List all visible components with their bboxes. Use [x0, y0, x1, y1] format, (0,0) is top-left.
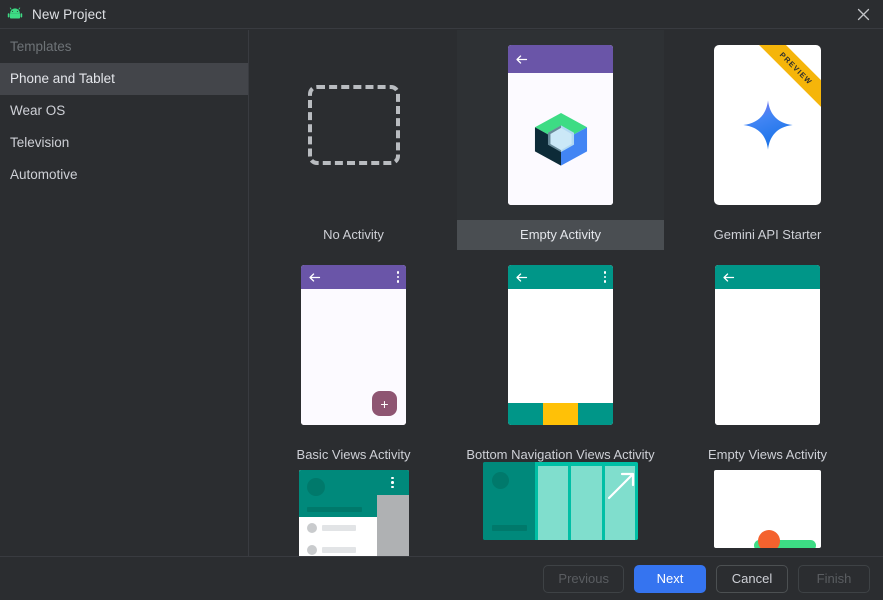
template-tile-no-activity[interactable]: No Activity	[250, 30, 457, 250]
template-tile-label: Basic Views Activity	[296, 447, 411, 462]
sidebar-item-wear-os[interactable]: Wear OS	[0, 95, 248, 127]
back-arrow-icon	[516, 272, 528, 282]
template-row: + Basic Views Activity Bottom Navigation…	[250, 250, 883, 470]
avatar	[306, 478, 325, 496]
phone-preview	[508, 45, 613, 205]
sidebar-item-label: Automotive	[10, 167, 78, 182]
template-grid[interactable]: No Activity Empty Activity PREVIEW Gemin…	[250, 30, 883, 556]
list-item-icon	[306, 523, 317, 533]
jetpack-compose-logo-icon	[534, 112, 587, 166]
navigation-drawer-preview	[298, 470, 409, 556]
template-tile-bottom-navigation-views-activity[interactable]: Bottom Navigation Views Activity	[457, 250, 664, 470]
phone-preview	[715, 265, 820, 425]
text-bar	[492, 525, 527, 531]
sidebar-item-label: Phone and Tablet	[10, 71, 115, 86]
template-tile-gemini-api-starter[interactable]: PREVIEW Gemini API Starter	[664, 30, 871, 250]
preview-body	[508, 73, 613, 205]
sidebar-header: Templates	[10, 39, 72, 54]
dialog-title: New Project	[32, 6, 106, 22]
drawer-panel	[298, 470, 377, 556]
list-item-text-bar	[321, 547, 356, 553]
template-thumbnail: PREVIEW	[664, 30, 871, 220]
preview-app-bar	[715, 265, 820, 289]
landscape-side-panel	[483, 462, 535, 540]
preview-bottom-navigation	[508, 403, 613, 425]
template-thumbnail	[250, 30, 457, 220]
template-tile-basic-views-activity[interactable]: + Basic Views Activity	[250, 250, 457, 470]
gemini-preview-card: PREVIEW	[714, 45, 821, 205]
floating-action-button-icon: +	[372, 391, 397, 416]
cancel-button[interactable]: Cancel	[716, 564, 788, 593]
template-thumbnail	[457, 250, 664, 440]
sidebar-item-television[interactable]: Television	[0, 127, 248, 159]
content-panel	[538, 466, 569, 540]
templates-sidebar: Templates Phone and Tablet Wear OS Telev…	[0, 30, 249, 556]
sidebar-item-label: Television	[10, 135, 70, 150]
list-item-icon	[306, 545, 317, 555]
template-thumbnail	[457, 30, 664, 220]
finish-button[interactable]: Finish	[798, 564, 870, 593]
template-thumbnail	[664, 250, 871, 440]
mascot-preview-card	[714, 470, 821, 548]
template-tile-label: Gemini API Starter	[713, 227, 822, 242]
landscape-content-panels	[535, 462, 638, 540]
close-icon[interactable]	[843, 0, 883, 29]
template-thumbnail: +	[250, 250, 457, 440]
drawer-header-text-bar	[306, 507, 362, 512]
template-tile-label: No Activity	[323, 227, 384, 242]
template-tile-navigation-drawer[interactable]	[250, 470, 457, 556]
previous-button[interactable]: Previous	[543, 564, 624, 593]
phone-preview: +	[301, 265, 406, 425]
preview-body	[508, 289, 613, 403]
content-panel	[571, 466, 602, 540]
overflow-menu-icon	[391, 476, 394, 489]
sidebar-item-phone-and-tablet[interactable]: Phone and Tablet	[0, 63, 248, 95]
template-row-partial	[250, 462, 883, 556]
dialog-title-bar: New Project	[0, 0, 883, 29]
back-arrow-icon	[516, 54, 528, 64]
bottom-nav-item	[508, 403, 543, 425]
preview-body	[715, 289, 820, 425]
preview-app-bar	[508, 45, 613, 73]
template-row: No Activity Empty Activity PREVIEW Gemin…	[250, 30, 883, 250]
back-arrow-icon	[723, 272, 735, 282]
content-panel	[604, 466, 635, 540]
drawer-header	[298, 470, 377, 517]
expand-arrow-icon	[607, 472, 634, 500]
overflow-menu-icon	[396, 271, 399, 283]
list-item	[299, 517, 377, 539]
template-tile-empty-views-activity[interactable]: Empty Views Activity	[664, 250, 871, 470]
template-tile-label: Empty Views Activity	[708, 447, 827, 462]
template-thumbnail	[457, 462, 664, 540]
back-arrow-icon	[309, 272, 321, 282]
overflow-menu-icon	[603, 271, 606, 283]
list-item	[299, 539, 377, 556]
bottom-nav-item	[578, 403, 613, 425]
sidebar-item-label: Wear OS	[10, 103, 66, 118]
drawer-scrim	[376, 470, 409, 556]
sidebar-item-automotive[interactable]: Automotive	[0, 159, 248, 191]
phone-preview	[508, 265, 613, 425]
template-tile-label	[457, 540, 664, 556]
template-tile-empty-activity[interactable]: Empty Activity	[457, 30, 664, 250]
bottom-nav-item-active	[543, 403, 578, 425]
template-tile-label: Empty Activity	[457, 220, 664, 250]
dashed-placeholder-icon	[307, 85, 400, 165]
next-button[interactable]: Next	[634, 564, 706, 593]
preview-app-bar	[508, 265, 613, 289]
preview-app-bar	[376, 470, 409, 495]
template-tile-landscape-panels[interactable]	[457, 462, 664, 556]
list-item-text-bar	[321, 525, 356, 531]
template-thumbnail	[664, 470, 871, 548]
landscape-layout-preview	[483, 462, 638, 540]
android-robot-icon	[6, 5, 24, 23]
avatar	[492, 472, 509, 489]
orange-circle-shape	[758, 530, 780, 548]
template-thumbnail	[250, 470, 457, 556]
dialog-button-bar: Previous Next Cancel Finish	[0, 556, 883, 600]
template-tile-android-mascot[interactable]	[664, 470, 871, 556]
preview-app-bar	[301, 265, 406, 289]
preview-body: +	[301, 289, 406, 425]
gemini-spark-icon	[742, 100, 793, 150]
